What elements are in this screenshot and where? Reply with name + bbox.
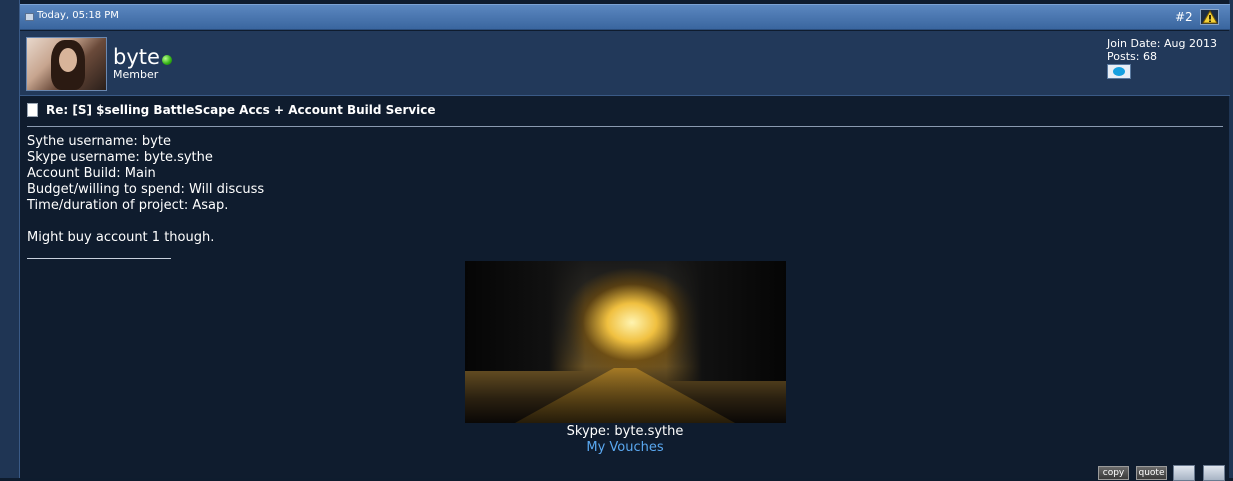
multi-quote-button[interactable]	[1173, 465, 1195, 481]
skype-contact-button[interactable]	[1107, 64, 1131, 79]
message-line: Budget/willing to spend: Will discuss	[27, 182, 265, 197]
forum-post: Today, 05:18 PM #2 byte Member Join Date…	[19, 0, 1230, 481]
warning-icon	[1202, 10, 1218, 24]
message-line: Skype username: byte.sythe	[27, 150, 213, 165]
left-frame	[0, 0, 19, 478]
skype-icon	[1113, 67, 1125, 76]
title-divider	[27, 126, 1223, 127]
join-date: Join Date: Aug 2013	[1107, 37, 1217, 50]
user-title: Member	[113, 68, 159, 81]
quick-reply-button[interactable]	[1203, 465, 1225, 481]
message-line: Sythe username: byte	[27, 134, 171, 149]
post-message: Sythe username: byte Skype username: byt…	[27, 134, 264, 246]
document-icon	[27, 103, 38, 117]
post-status-icon	[25, 13, 34, 21]
avatar[interactable]	[26, 37, 107, 91]
message-line	[27, 214, 264, 230]
post-header-bar: Today, 05:18 PM #2	[20, 4, 1230, 30]
post-date: Today, 05:18 PM	[37, 10, 119, 21]
online-status-icon	[162, 55, 172, 65]
signature-image	[465, 261, 786, 423]
post-title: Re: [S] $selling BattleScape Accs + Acco…	[46, 103, 436, 117]
message-line: Account Build: Main	[27, 166, 156, 181]
message-line: Might buy account 1 though.	[27, 230, 215, 245]
post-number-link[interactable]: #2	[1175, 10, 1193, 24]
report-post-button[interactable]	[1200, 9, 1219, 25]
message-line: Time/duration of project: Asap.	[27, 198, 229, 213]
my-vouches-link[interactable]: My Vouches	[20, 440, 1230, 455]
signature-skype: Skype: byte.sythe	[566, 424, 684, 439]
username-link[interactable]: byte	[113, 45, 160, 69]
user-info-area: byte Member Join Date: Aug 2013 Posts: 6…	[20, 31, 1230, 96]
signature-divider	[27, 258, 171, 259]
post-count: Posts: 68	[1107, 50, 1157, 63]
